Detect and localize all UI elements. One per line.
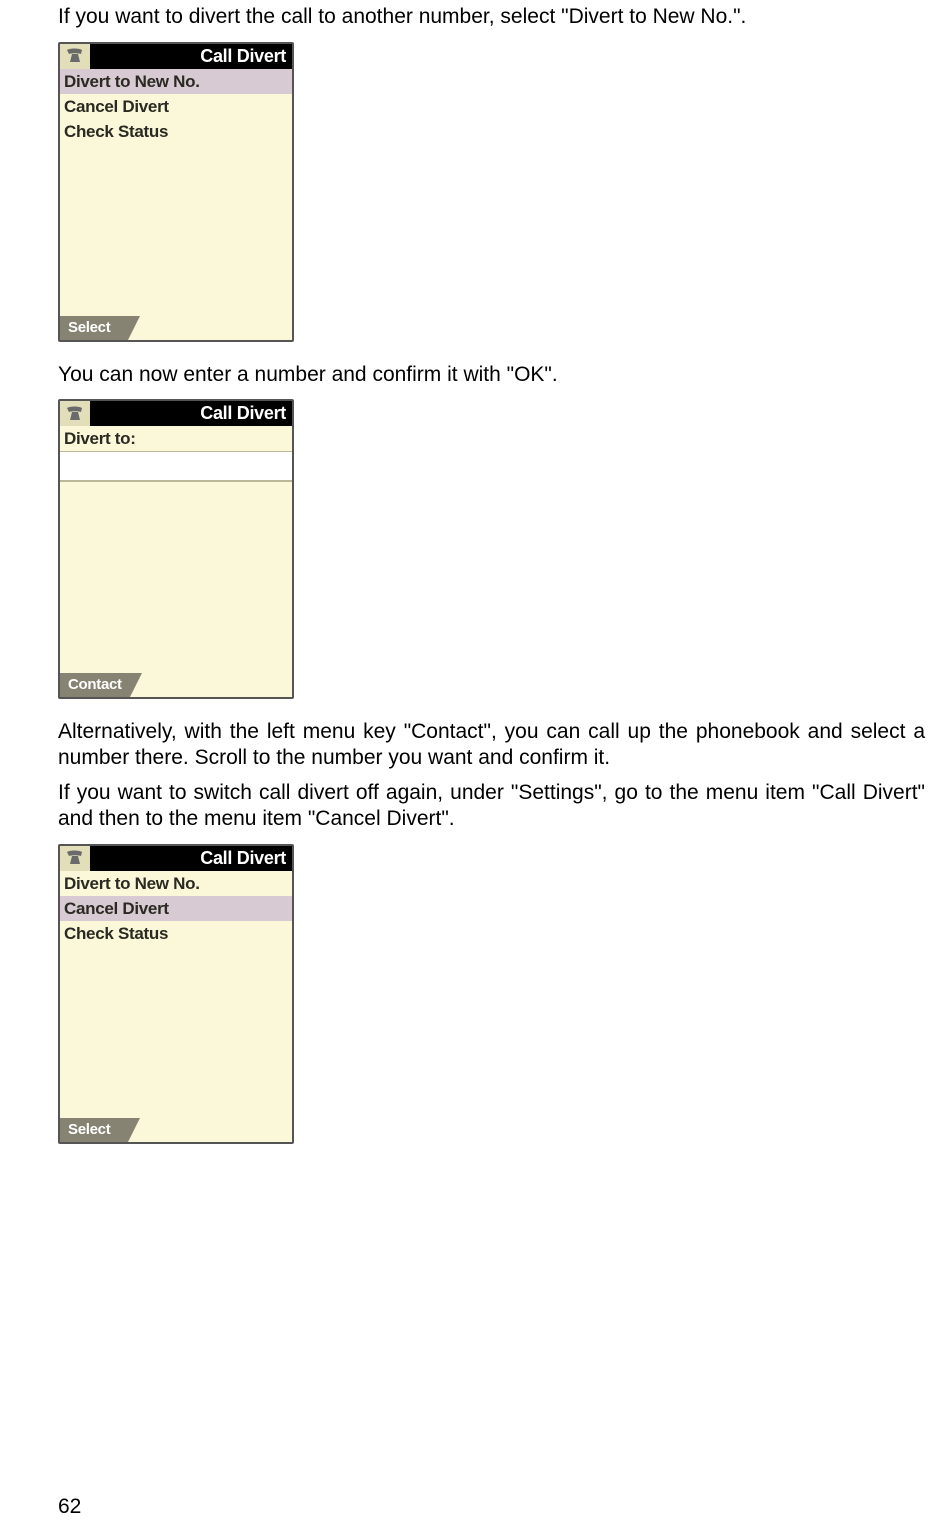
screen-title: Call Divert — [90, 848, 292, 869]
phone-statusbar: Call Divert — [60, 846, 292, 871]
paragraph-3: Alternatively, with the left menu key "C… — [58, 719, 925, 770]
divider — [60, 481, 292, 482]
phone-screenshot-1: Call Divert Divert to New No. Cancel Div… — [58, 42, 294, 342]
softkey-right — [130, 673, 292, 697]
phone-screenshot-3: Call Divert Divert to New No. Cancel Div… — [58, 844, 294, 1144]
screen-title: Call Divert — [90, 403, 292, 424]
softkey-left-contact[interactable]: Contact — [60, 673, 130, 697]
phone-screenshot-2: Call Divert Divert to: Contact — [58, 399, 294, 699]
screen-title: Call Divert — [90, 46, 292, 67]
form-body: Divert to: — [60, 426, 292, 673]
softkey-left-select[interactable]: Select — [60, 316, 128, 340]
menu-item-cancel-divert[interactable]: Cancel Divert — [60, 94, 292, 119]
handset-icon — [60, 401, 90, 426]
softkey-right — [128, 1118, 292, 1142]
handset-icon — [60, 846, 90, 871]
paragraph-2: You can now enter a number and confirm i… — [58, 362, 925, 388]
menu-item-divert-to-new-no[interactable]: Divert to New No. — [60, 871, 292, 896]
paragraph-4: If you want to switch call divert off ag… — [58, 780, 925, 831]
softkey-left-select[interactable]: Select — [60, 1118, 128, 1142]
divert-to-label: Divert to: — [60, 426, 292, 451]
handset-icon — [60, 44, 90, 69]
menu-item-divert-to-new-no[interactable]: Divert to New No. — [60, 69, 292, 94]
menu-item-cancel-divert[interactable]: Cancel Divert — [60, 896, 292, 921]
softkey-bar: Select — [60, 316, 292, 340]
menu-item-check-status[interactable]: Check Status — [60, 921, 292, 946]
phone-statusbar: Call Divert — [60, 401, 292, 426]
divert-to-input[interactable] — [60, 451, 292, 481]
paragraph-1: If you want to divert the call to anothe… — [58, 4, 925, 30]
menu-list: Divert to New No. Cancel Divert Check St… — [60, 871, 292, 1118]
page-number: 62 — [58, 1495, 81, 1519]
softkey-bar: Select — [60, 1118, 292, 1142]
phone-statusbar: Call Divert — [60, 44, 292, 69]
softkey-right — [128, 316, 292, 340]
menu-list: Divert to New No. Cancel Divert Check St… — [60, 69, 292, 316]
menu-item-check-status[interactable]: Check Status — [60, 119, 292, 144]
softkey-bar: Contact — [60, 673, 292, 697]
